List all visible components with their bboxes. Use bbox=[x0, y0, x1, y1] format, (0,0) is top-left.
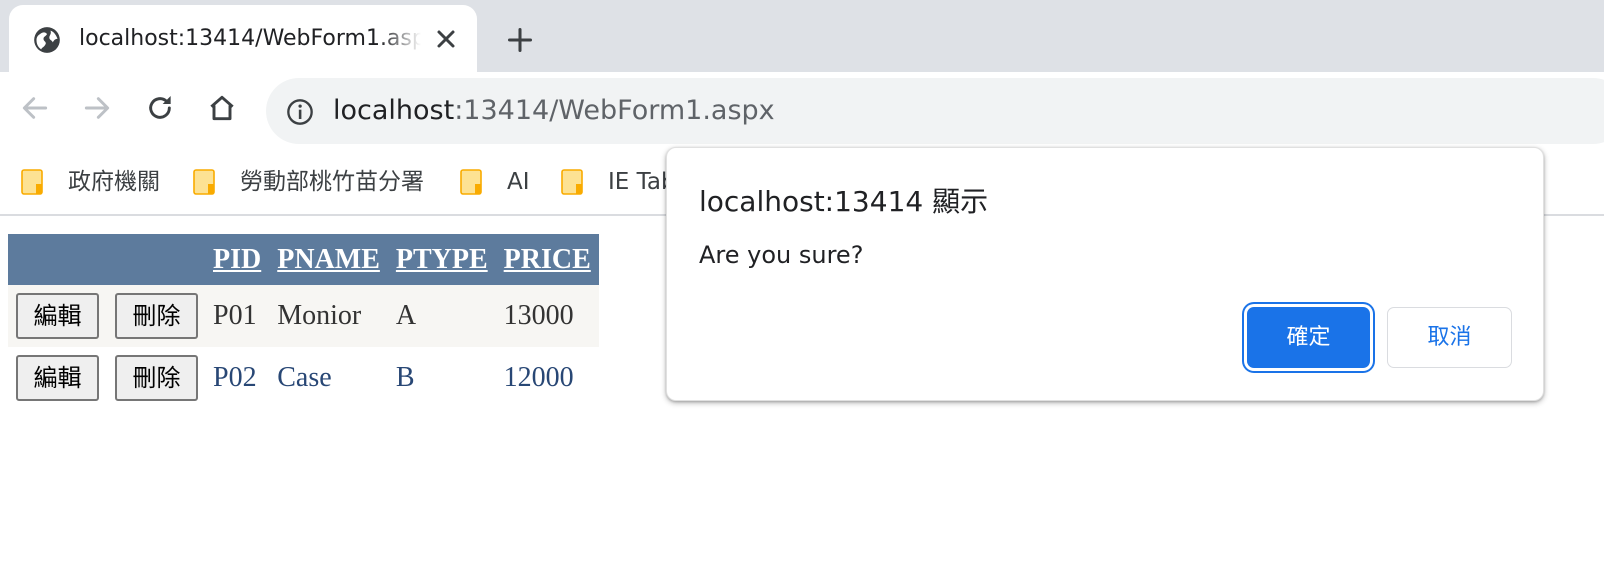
folder-icon bbox=[193, 169, 215, 195]
grid-header-ptype[interactable]: PTYPE bbox=[387, 234, 496, 285]
grid-command-cell: 編輯 bbox=[8, 347, 115, 409]
grid-cell-pid: P01 bbox=[205, 285, 270, 347]
grid-cell-pname: Case bbox=[269, 347, 388, 409]
globe-icon bbox=[34, 27, 60, 53]
bookmark-label: IE Tab bbox=[608, 169, 670, 195]
grid-header-empty bbox=[8, 234, 115, 285]
folder-icon bbox=[21, 169, 43, 195]
reload-icon[interactable] bbox=[144, 92, 176, 124]
tab-strip: localhost:13414/WebForm1.aspx bbox=[0, 0, 1604, 72]
url-host: localhost bbox=[333, 95, 455, 126]
table-row: 編輯 刪除 P02 Case B 12000 bbox=[8, 347, 599, 409]
folder-icon bbox=[561, 169, 583, 195]
back-arrow-icon[interactable] bbox=[19, 92, 51, 124]
url-text: localhost:13414/WebForm1.aspx bbox=[333, 94, 775, 128]
dialog-title: localhost:13414 顯示 bbox=[699, 185, 989, 218]
ok-button[interactable]: 確定 bbox=[1247, 307, 1370, 368]
delete-button[interactable]: 刪除 bbox=[115, 355, 198, 401]
folder-icon bbox=[460, 169, 482, 195]
bookmark-label: 政府機關 bbox=[68, 169, 160, 195]
grid-header-pname[interactable]: PNAME bbox=[269, 234, 388, 285]
cancel-button[interactable]: 取消 bbox=[1387, 307, 1512, 368]
grid-header-empty bbox=[115, 234, 205, 285]
grid-cell-ptype: A bbox=[387, 285, 496, 347]
confirm-dialog: localhost:13414 顯示 Are you sure? 確定 取消 bbox=[666, 147, 1544, 401]
grid-header-row: PID PNAME PTYPE PRICE bbox=[8, 234, 599, 285]
bookmark-item[interactable]: AI bbox=[459, 166, 549, 198]
bookmark-item[interactable]: IE Tab bbox=[560, 166, 670, 198]
grid-cell-pid: P02 bbox=[205, 347, 270, 409]
bookmark-label: 勞動部桃竹苗分署 bbox=[240, 169, 424, 195]
grid-cell-price: 12000 bbox=[495, 347, 599, 409]
grid-command-cell: 刪除 bbox=[115, 285, 205, 347]
delete-button[interactable]: 刪除 bbox=[115, 293, 198, 339]
grid-cell-price: 13000 bbox=[495, 285, 599, 347]
home-icon[interactable] bbox=[206, 92, 238, 124]
url-path: :13414/WebForm1.aspx bbox=[454, 95, 775, 126]
new-tab-icon[interactable] bbox=[506, 26, 534, 54]
close-icon[interactable] bbox=[434, 27, 458, 51]
bookmark-label: AI bbox=[507, 169, 530, 195]
grid-command-cell: 編輯 bbox=[8, 285, 115, 347]
grid-command-cell: 刪除 bbox=[115, 347, 205, 409]
products-grid: PID PNAME PTYPE PRICE 編輯 刪除 P01 Monior A… bbox=[8, 234, 599, 409]
grid-cell-ptype: B bbox=[387, 347, 496, 409]
forward-arrow-icon[interactable] bbox=[81, 92, 113, 124]
bookmark-item[interactable]: 勞動部桃竹苗分署 bbox=[192, 166, 442, 198]
table-row: 編輯 刪除 P01 Monior A 13000 bbox=[8, 285, 599, 347]
address-bar[interactable]: localhost:13414/WebForm1.aspx bbox=[266, 78, 1604, 144]
browser-tab[interactable]: localhost:13414/WebForm1.aspx bbox=[9, 5, 477, 72]
bookmark-item[interactable]: 政府機關 bbox=[20, 166, 170, 198]
grid-header-price[interactable]: PRICE bbox=[495, 234, 599, 285]
edit-button[interactable]: 編輯 bbox=[16, 355, 99, 401]
toolbar: localhost:13414/WebForm1.aspx bbox=[0, 72, 1604, 152]
grid-header-pid[interactable]: PID bbox=[205, 234, 270, 285]
tab-title: localhost:13414/WebForm1.aspx bbox=[79, 26, 421, 51]
edit-button[interactable]: 編輯 bbox=[16, 293, 99, 339]
info-icon[interactable] bbox=[286, 98, 314, 126]
grid-cell-pname: Monior bbox=[269, 285, 388, 347]
dialog-message: Are you sure? bbox=[699, 241, 864, 269]
